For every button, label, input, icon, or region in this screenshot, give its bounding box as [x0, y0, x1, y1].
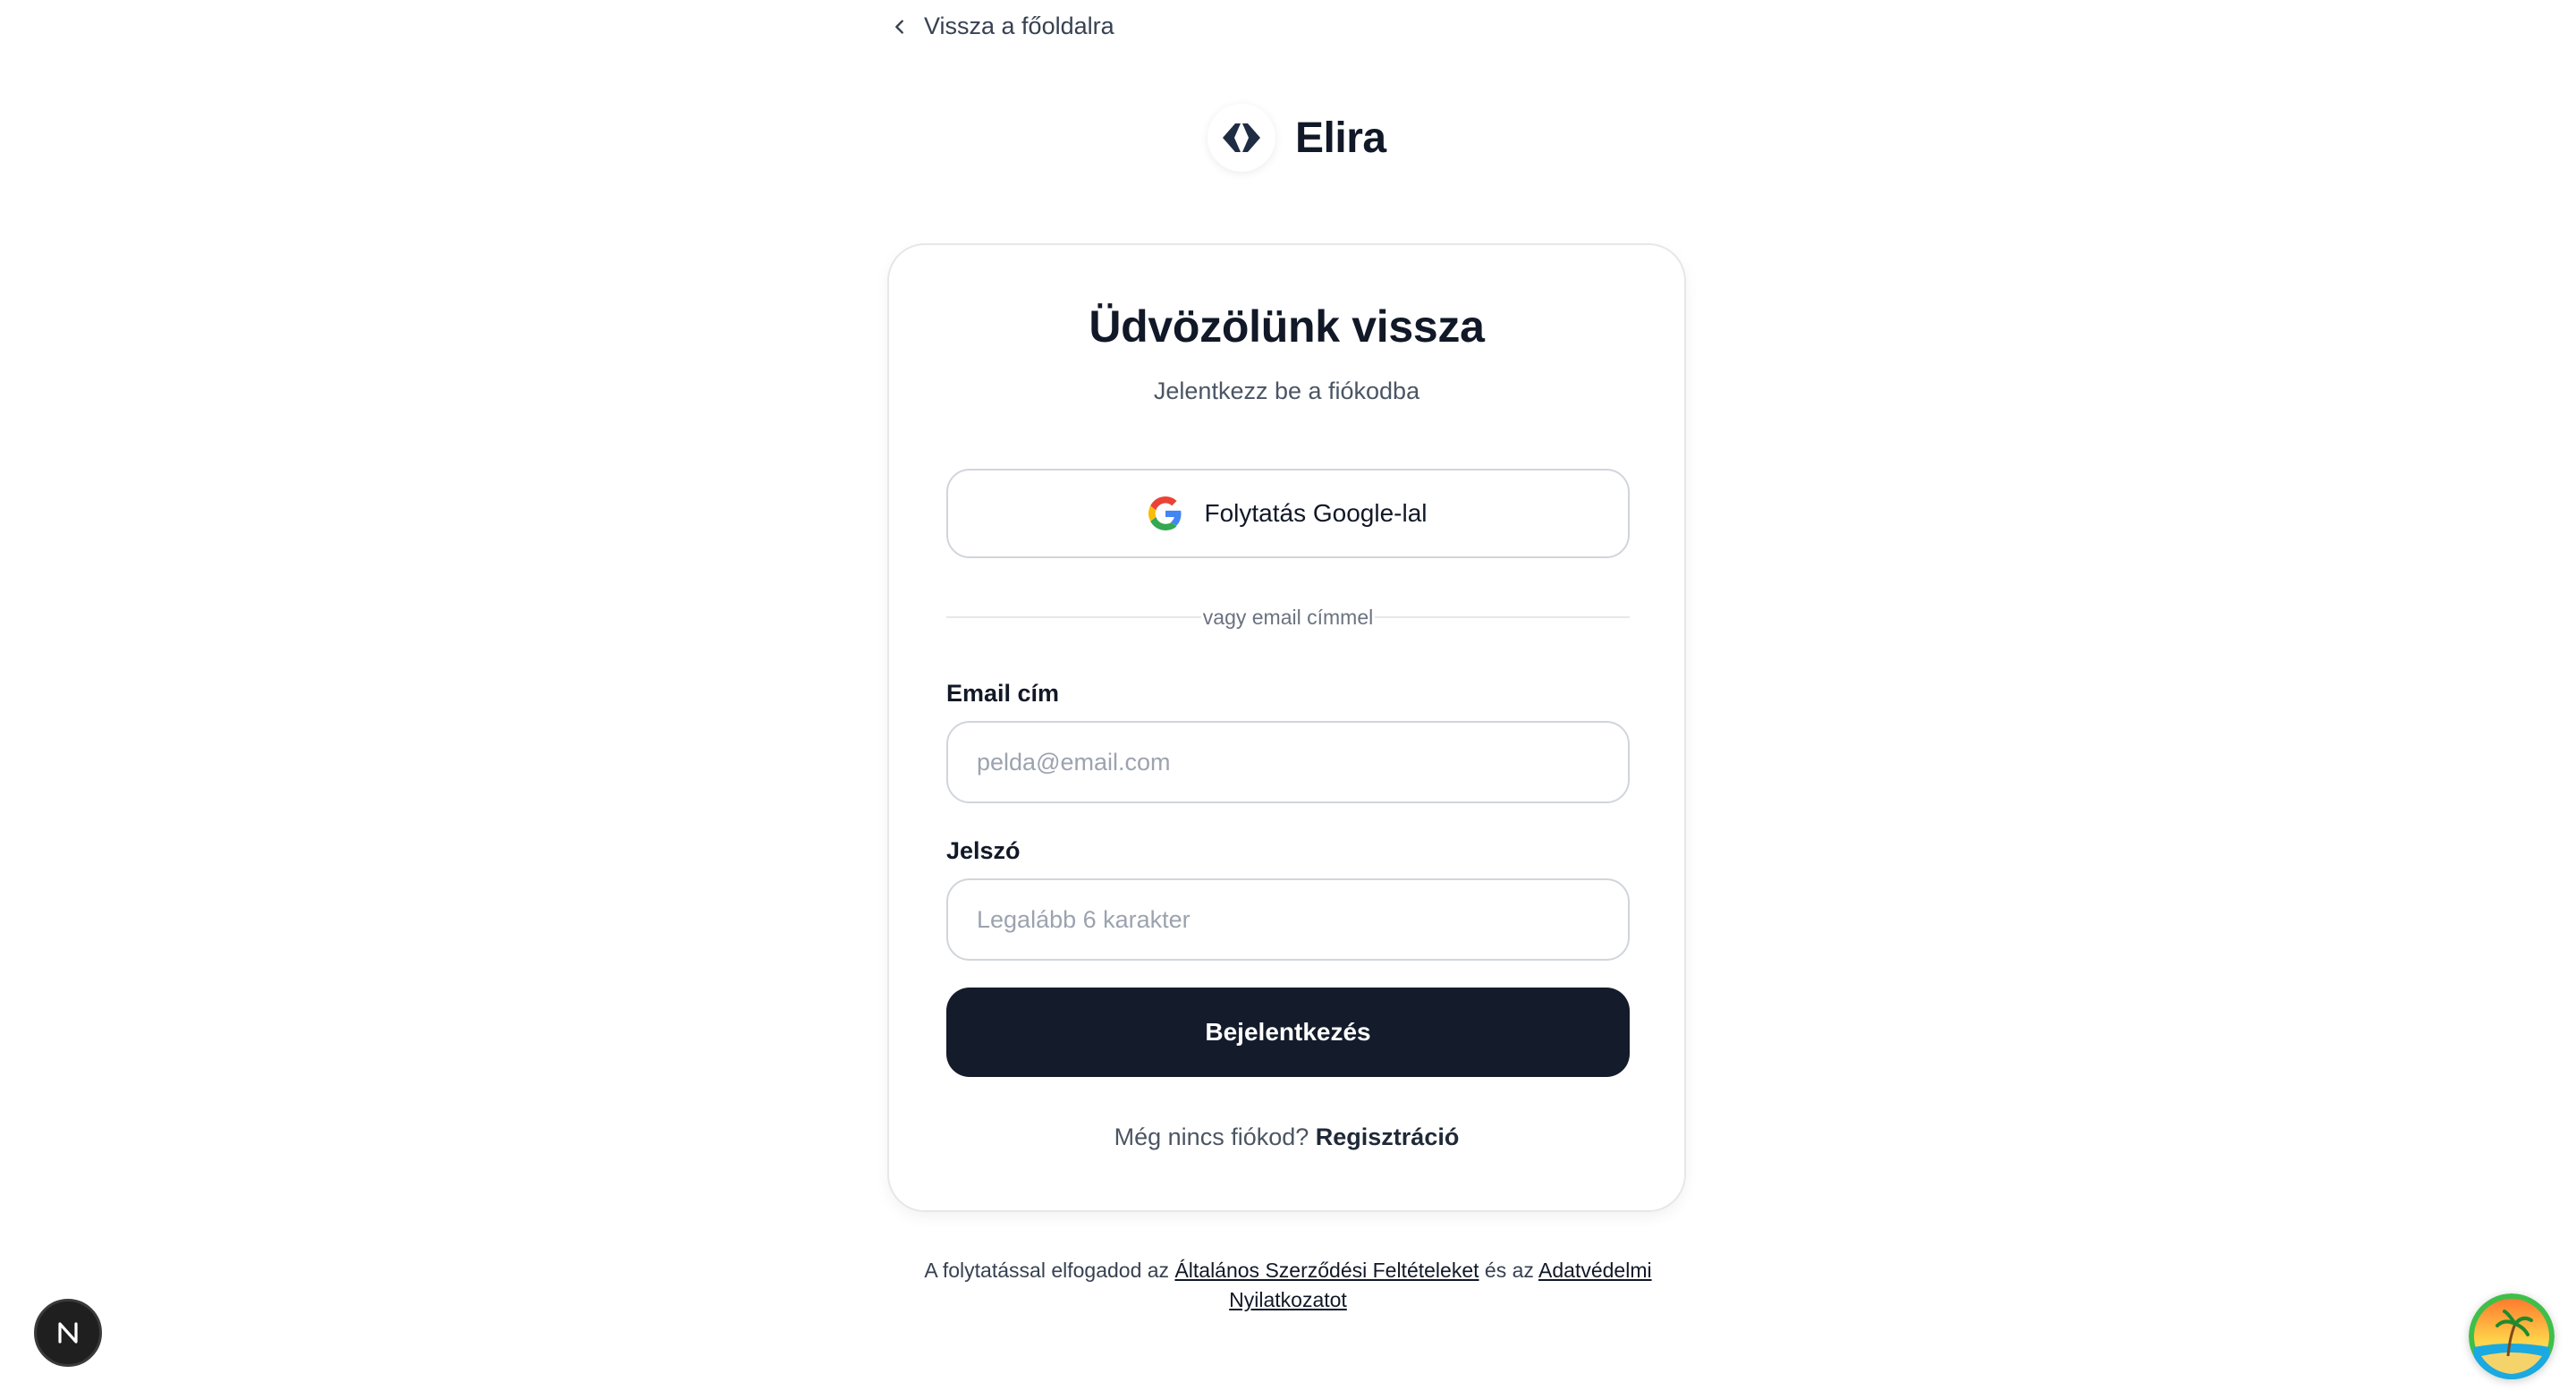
google-button-label: Folytatás Google-lal: [1204, 499, 1428, 527]
google-icon: [1148, 496, 1182, 530]
login-page: Vissza a főoldalra Elira Üdvözölünk viss…: [0, 0, 2576, 1399]
page-title: Üdvözölünk vissza: [1089, 301, 1485, 352]
login-card: Üdvözölünk vissza Jelentkezz be a fiókod…: [887, 243, 1686, 1212]
terms-notice: A folytatással elfogadod az Általános Sz…: [921, 1256, 1655, 1315]
email-field[interactable]: [946, 721, 1630, 803]
password-field[interactable]: [946, 878, 1630, 961]
or-divider: vagy email címmel: [946, 601, 1630, 633]
beach-avatar-icon[interactable]: [2469, 1293, 2555, 1379]
terms-middle: és az: [1484, 1259, 1534, 1282]
divider-text: vagy email címmel: [1202, 605, 1374, 629]
back-link-label: Vissza a főoldalra: [924, 13, 1114, 39]
chevron-left-icon: [895, 19, 903, 34]
page-subtitle: Jelentkezz be a fiókodba: [1153, 377, 1420, 404]
login-button[interactable]: Bejelentkezés: [946, 988, 1630, 1077]
terms-link[interactable]: Általános Szerződési Feltételeket: [1174, 1259, 1479, 1282]
elira-logo-icon: [1208, 104, 1275, 172]
email-label: Email cím: [946, 680, 1060, 707]
divider-line-right: [1375, 616, 1630, 618]
divider-line-left: [946, 616, 1201, 618]
brand: Elira: [1208, 104, 1386, 172]
signup-prompt-row: Még nincs fiókod? Regisztráció: [889, 1123, 1684, 1151]
nextjs-icon[interactable]: [34, 1299, 102, 1367]
password-label: Jelszó: [946, 837, 1021, 864]
signup-prompt: Még nincs fiókod?: [1114, 1123, 1309, 1150]
google-signin-button[interactable]: Folytatás Google-lal: [946, 469, 1630, 558]
signup-link[interactable]: Regisztráció: [1316, 1123, 1460, 1150]
back-to-home-link[interactable]: Vissza a főoldalra: [890, 13, 1114, 40]
brand-name: Elira: [1295, 114, 1386, 162]
terms-prefix: A folytatással elfogadod az: [924, 1259, 1170, 1282]
